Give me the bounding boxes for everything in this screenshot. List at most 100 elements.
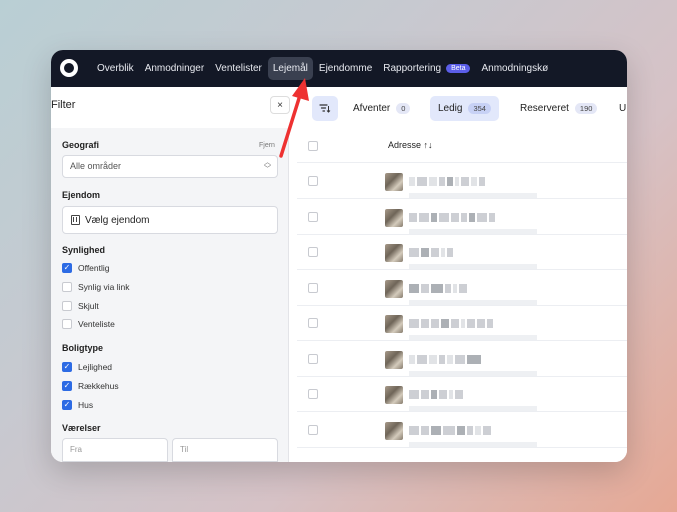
boligtype-hus-option[interactable]: ✓ Hus	[62, 400, 93, 410]
row-checkbox[interactable]	[308, 211, 318, 222]
check-icon[interactable]: ✓	[62, 400, 72, 410]
property-thumbnail	[385, 421, 403, 440]
redaction-block	[409, 248, 419, 257]
tab-reserveret[interactable]: Reserveret 190	[512, 96, 605, 121]
check-icon[interactable]: ✓	[62, 362, 72, 372]
app-window: Overblik Anmodninger Ventelister Lejemål…	[51, 50, 627, 462]
tab-count: 190	[574, 103, 598, 114]
nav-item-anmodningsko[interactable]: Anmodningskø	[476, 57, 553, 80]
redacted-subline	[409, 441, 537, 447]
row-checkbox[interactable]	[308, 176, 318, 186]
redacted-address	[409, 354, 481, 364]
tab-label: U	[619, 103, 627, 114]
table-row[interactable]	[297, 235, 627, 270]
redaction-block	[447, 177, 453, 186]
redaction-block	[487, 319, 493, 328]
tab-ledig[interactable]: Ledig 354	[430, 96, 499, 121]
nav-item-ejendomme[interactable]: Ejendomme	[314, 57, 377, 80]
status-tabs: Afventer 0 Ledig 354 Reserveret 190 U	[297, 87, 627, 128]
redaction-block	[409, 177, 415, 186]
tab-truncated[interactable]: U	[616, 96, 627, 121]
table-row[interactable]	[297, 271, 627, 306]
vaerelser-from-input[interactable]: Fra	[62, 438, 168, 462]
table-row[interactable]	[297, 164, 627, 199]
close-filter-button[interactable]: ×	[270, 96, 290, 114]
check-icon[interactable]: ✓	[62, 263, 72, 273]
table-row[interactable]	[297, 413, 627, 448]
row-checkbox[interactable]	[308, 389, 318, 399]
building-icon	[71, 215, 80, 225]
redaction-block	[421, 248, 429, 257]
checkbox[interactable]	[62, 282, 72, 292]
row-checkbox[interactable]	[308, 318, 318, 328]
row-checkbox[interactable]	[308, 353, 318, 364]
nav-label: Ejendomme	[318, 63, 373, 74]
row-checkbox[interactable]	[308, 282, 318, 293]
table-row[interactable]	[297, 200, 627, 235]
redaction-block	[483, 425, 491, 435]
option-label: Offentlig	[78, 263, 110, 273]
redaction-block	[455, 177, 459, 186]
table-row[interactable]	[297, 306, 627, 341]
column-header-adresse[interactable]: Adresse ↑↓	[388, 140, 433, 150]
checkbox[interactable]	[62, 319, 72, 329]
ejendom-select[interactable]: Vælg ejendom	[62, 206, 278, 234]
nav-label: Lejemål	[272, 63, 308, 74]
ejendom-label: Ejendom	[62, 190, 101, 200]
property-thumbnail	[385, 315, 403, 333]
redaction-block	[431, 390, 437, 399]
nav-item-rapportering[interactable]: Rapportering Beta	[378, 57, 475, 80]
synlighed-link-option[interactable]: Synlig via link	[62, 282, 130, 292]
redaction-block	[443, 425, 455, 435]
option-label: Hus	[78, 400, 94, 410]
property-thumbnail	[385, 173, 403, 191]
redaction-block	[467, 319, 475, 328]
tab-label: Afventer	[353, 103, 391, 114]
table-row[interactable]	[297, 342, 627, 377]
rentals-table: Adresse ↑↓	[297, 128, 627, 462]
filter-toggle-button[interactable]	[312, 96, 338, 121]
redacted-address	[409, 319, 493, 328]
property-thumbnail	[385, 208, 403, 227]
redaction-block	[467, 354, 481, 364]
check-icon[interactable]: ✓	[62, 381, 72, 391]
main-nav: Overblik Anmodninger Ventelister Lejemål…	[92, 50, 554, 87]
beta-badge: Beta	[446, 64, 471, 73]
redacted-address	[409, 283, 467, 293]
option-label: Venteliste	[78, 319, 115, 329]
vaerelser-to-input[interactable]: Til	[172, 438, 278, 462]
redacted-subline	[409, 228, 537, 234]
redaction-block	[439, 177, 445, 186]
table-row[interactable]	[297, 377, 627, 412]
redaction-block	[431, 212, 437, 222]
select-all-checkbox[interactable]	[308, 141, 318, 151]
redaction-block	[455, 354, 465, 364]
redacted-subline	[409, 370, 537, 376]
nav-item-overblik[interactable]: Overblik	[92, 57, 139, 80]
app-logo[interactable]	[60, 59, 78, 77]
redaction-block	[459, 283, 467, 293]
clear-geografi-link[interactable]: Fjern	[259, 142, 275, 149]
redaction-block	[429, 354, 437, 364]
row-checkbox[interactable]	[308, 424, 318, 435]
geografi-select[interactable]: Alle områder ︿ ﹀	[62, 155, 278, 178]
boligtype-raekkehus-option[interactable]: ✓ Rækkehus	[62, 381, 119, 391]
filter-scrollbar[interactable]	[289, 128, 297, 462]
redaction-block	[421, 319, 429, 328]
redacted-address	[409, 248, 453, 257]
filter-icon	[319, 103, 331, 113]
tab-label: Reserveret	[520, 103, 569, 114]
checkbox[interactable]	[62, 301, 72, 311]
nav-item-anmodninger[interactable]: Anmodninger	[140, 57, 209, 80]
property-thumbnail	[385, 350, 403, 369]
synlighed-venteliste-option[interactable]: Venteliste	[62, 319, 115, 329]
redacted-subline	[409, 406, 537, 411]
tab-afventer[interactable]: Afventer 0	[345, 96, 418, 121]
redaction-block	[451, 319, 459, 328]
row-checkbox[interactable]	[308, 247, 318, 257]
boligtype-lejlighed-option[interactable]: ✓ Lejlighed	[62, 362, 112, 372]
nav-item-lejemal[interactable]: Lejemål	[267, 57, 313, 80]
nav-item-ventelister[interactable]: Ventelister	[210, 57, 267, 80]
synlighed-skjult-option[interactable]: Skjult	[62, 301, 99, 311]
synlighed-offentlig-option[interactable]: ✓ Offentlig	[62, 263, 110, 273]
